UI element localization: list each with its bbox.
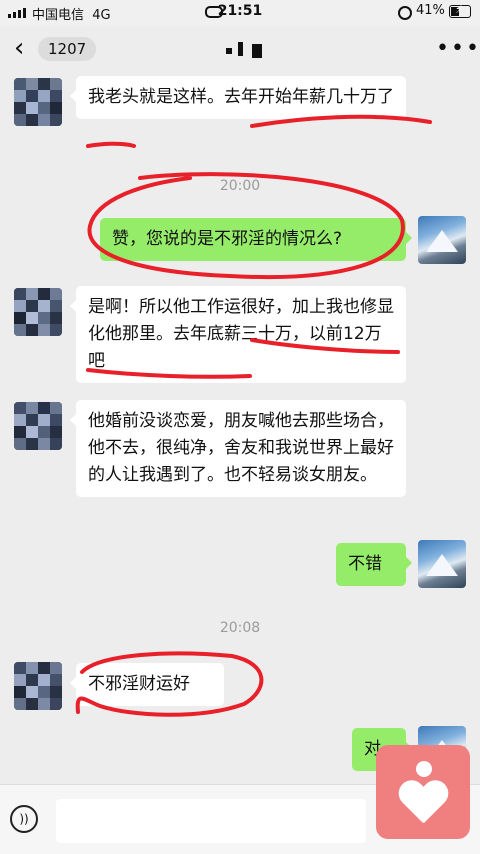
message-bubble-sent[interactable]: 赞，您说的是不邪淫的情况么? — [100, 218, 412, 261]
message-bubble-received[interactable]: 他婚前没谈恋爱，朋友喊他去那些场合，他不去，很纯净，舍友和我说世界上最好的人让我… — [70, 400, 406, 497]
more-icon[interactable]: ••• — [436, 36, 480, 61]
timestamp: 20:08 — [219, 620, 261, 636]
contact-avatar[interactable] — [14, 662, 62, 710]
voice-icon[interactable]: )) — [10, 805, 38, 833]
chat-header: ‹ 1207 ••• — [0, 26, 480, 72]
message-input[interactable] — [56, 799, 366, 843]
self-avatar[interactable] — [418, 216, 466, 264]
battery-percent: 41% — [416, 3, 445, 18]
timestamp: 20:00 — [219, 178, 261, 194]
contact-avatar[interactable] — [14, 78, 62, 126]
contact-avatar[interactable] — [14, 402, 62, 450]
self-avatar[interactable] — [418, 540, 466, 588]
heart-icon — [398, 781, 448, 827]
watermark-logo — [376, 745, 470, 839]
contact-name-redacted — [226, 42, 266, 58]
status-bar: 中国电信 4G 21:51 41% ⚡ — [0, 0, 480, 26]
message-bubble-sent[interactable]: 不错 — [336, 543, 412, 586]
back-chevron-icon[interactable]: ‹ — [14, 34, 24, 62]
underline-annotation — [86, 141, 136, 148]
message-bubble-received[interactable]: 不邪淫财运好 — [70, 663, 224, 706]
contact-avatar[interactable] — [14, 288, 62, 336]
rotation-lock-icon — [398, 6, 412, 20]
unread-count-badge[interactable]: 1207 — [38, 37, 97, 61]
message-bubble-received[interactable]: 是啊！所以他工作运很好，加上我也修显化他那里。去年底薪三十万，以前12万吧 — [70, 286, 406, 383]
message-bubble-received[interactable]: 我老头就是这样。去年开始年薪几十万了 — [70, 76, 406, 119]
battery-icon: ⚡ — [449, 3, 471, 18]
